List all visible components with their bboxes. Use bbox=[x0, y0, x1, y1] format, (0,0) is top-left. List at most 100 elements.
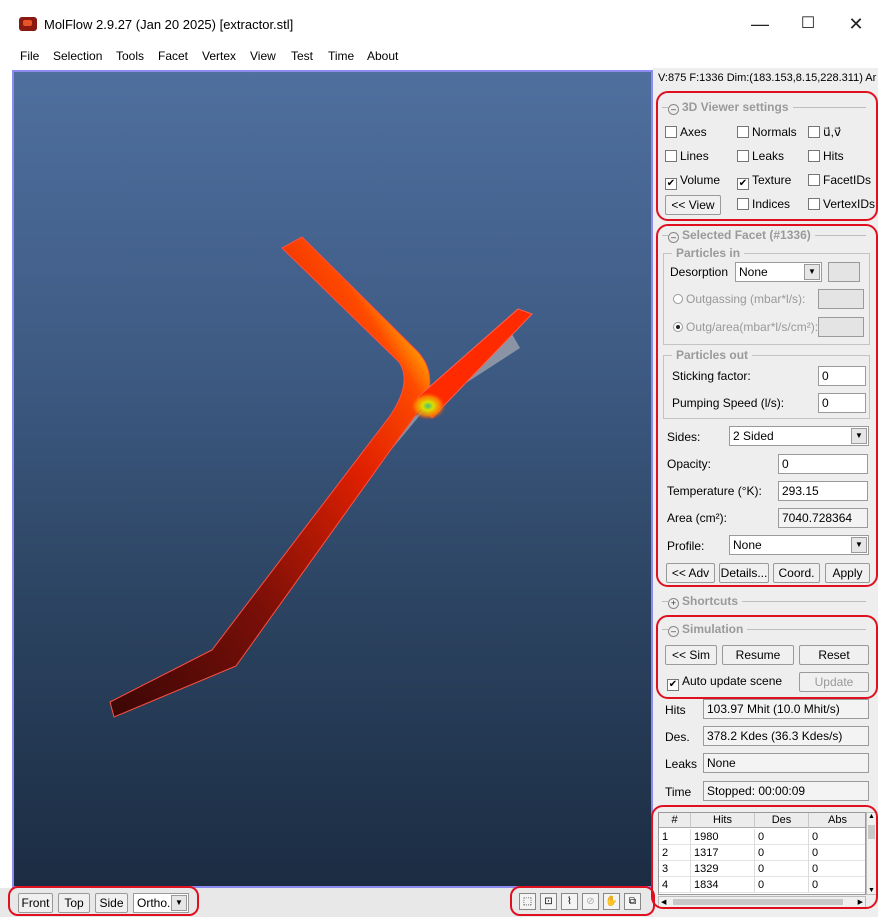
zoom-region-icon[interactable]: ⊘ bbox=[582, 893, 599, 910]
coord-button[interactable]: Coord. bbox=[773, 563, 820, 583]
table-cell[interactable]: 0 bbox=[755, 845, 809, 861]
chevron-down-icon: ▼ bbox=[851, 537, 867, 553]
side-view-button[interactable]: Side bbox=[95, 893, 128, 913]
menu-time[interactable]: Time bbox=[328, 49, 354, 63]
scroll-up-icon[interactable]: ▲ bbox=[867, 813, 876, 820]
table-cell[interactable]: 0 bbox=[755, 861, 809, 877]
axes-checkbox[interactable]: Axes bbox=[665, 125, 707, 139]
close-button[interactable]: ✕ bbox=[836, 10, 876, 38]
select-vertex-icon[interactable]: ⊡ bbox=[540, 893, 557, 910]
hits-value: 103.97 Mhit (10.0 Mhit/s) bbox=[703, 699, 869, 719]
viewer-settings-title[interactable]: –3D Viewer settings bbox=[668, 100, 793, 115]
maximize-button[interactable]: ☐ bbox=[788, 10, 828, 38]
uv-checkbox[interactable]: u⃗,v⃗ bbox=[808, 125, 841, 139]
select-path-icon[interactable]: ⌇ bbox=[561, 893, 578, 910]
leaks-checkbox[interactable]: Leaks bbox=[737, 149, 784, 163]
hits-checkbox[interactable]: Hits bbox=[808, 149, 844, 163]
table-cell[interactable]: 0 bbox=[755, 877, 809, 893]
view-toggle-button[interactable]: << View bbox=[665, 195, 721, 215]
outgassing-radio[interactable]: Outgassing (mbar*l/s): bbox=[673, 292, 805, 306]
menu-selection[interactable]: Selection bbox=[53, 49, 102, 63]
table-cell[interactable]: 1980 bbox=[691, 829, 755, 845]
table-cell[interactable]: 4 bbox=[659, 877, 691, 893]
outg-area-radio[interactable]: Outg/area(mbar*l/s/cm²): bbox=[673, 320, 818, 334]
apply-button[interactable]: Apply bbox=[825, 563, 870, 583]
vertexids-checkbox[interactable]: VertexIDs bbox=[808, 197, 875, 211]
details-button[interactable]: Details... bbox=[719, 563, 769, 583]
projection-select[interactable]: Ortho. ▼ bbox=[133, 893, 189, 913]
sides-select[interactable]: 2 Sided ▼ bbox=[729, 426, 869, 446]
table-cell[interactable]: 0 bbox=[755, 829, 809, 845]
shortcuts-title[interactable]: + Shortcuts bbox=[668, 594, 743, 609]
menu-vertex[interactable]: Vertex bbox=[202, 49, 236, 63]
3d-viewport[interactable] bbox=[12, 70, 653, 888]
simulation-title[interactable]: – Simulation bbox=[668, 622, 748, 637]
scroll-left-icon[interactable]: ◀ bbox=[661, 898, 666, 906]
menu-about[interactable]: About bbox=[367, 49, 398, 63]
auto-update-checkbox[interactable]: ✔ Auto update scene bbox=[667, 674, 782, 691]
front-view-button[interactable]: Front bbox=[18, 893, 53, 913]
volume-checkbox[interactable]: ✔ Volume bbox=[665, 173, 720, 190]
table-cell[interactable]: 1317 bbox=[691, 845, 755, 861]
menu-tools[interactable]: Tools bbox=[116, 49, 144, 63]
collapse-icon: – bbox=[668, 232, 679, 243]
profile-select[interactable]: None ▼ bbox=[729, 535, 869, 555]
pumping-speed-input[interactable]: 0 bbox=[818, 393, 866, 413]
advanced-toggle-button[interactable]: << Adv bbox=[666, 563, 715, 583]
menu-facet[interactable]: Facet bbox=[158, 49, 188, 63]
scroll-thumb[interactable] bbox=[868, 825, 875, 839]
table-vertical-scrollbar[interactable]: ▲ ▼ bbox=[866, 812, 877, 895]
indices-checkbox[interactable]: Indices bbox=[737, 197, 790, 211]
table-cell[interactable]: 0 bbox=[809, 845, 865, 861]
chevron-down-icon: ▼ bbox=[804, 264, 820, 280]
table-cell[interactable]: 2 bbox=[659, 845, 691, 861]
desorption-select[interactable]: None ▼ bbox=[735, 262, 822, 282]
scroll-right-icon[interactable]: ▶ bbox=[858, 898, 863, 906]
column-header[interactable]: # bbox=[659, 813, 691, 828]
sticking-factor-label: Sticking factor: bbox=[672, 369, 751, 383]
table-cell[interactable]: 0 bbox=[809, 829, 865, 845]
top-view-button[interactable]: Top bbox=[58, 893, 90, 913]
texture-checkbox[interactable]: ✔ Texture bbox=[737, 173, 791, 190]
leaks-value: None bbox=[703, 753, 869, 773]
scroll-thumb[interactable] bbox=[673, 899, 843, 905]
table-horizontal-scrollbar[interactable]: ◀ ▶ bbox=[658, 896, 866, 908]
table-cell[interactable]: 0 bbox=[809, 877, 865, 893]
lines-checkbox[interactable]: Lines bbox=[665, 149, 709, 163]
table-cell[interactable]: 1 bbox=[659, 829, 691, 845]
column-header[interactable]: Des bbox=[755, 813, 809, 828]
selected-facet-title[interactable]: – Selected Facet (#1336) bbox=[668, 228, 815, 243]
pan-hand-icon[interactable]: ✋ bbox=[603, 893, 620, 910]
column-header[interactable]: Hits bbox=[691, 813, 755, 828]
normals-checkbox[interactable]: Normals bbox=[737, 125, 797, 139]
update-button[interactable]: Update bbox=[799, 672, 869, 692]
select-facets-icon[interactable]: ⬚ bbox=[519, 893, 536, 910]
facet-hits-table[interactable]: # Hits Des Abs 1 1980 0 0 2 1317 0 0 3 1… bbox=[658, 812, 866, 895]
checkmark-icon: ✔ bbox=[737, 178, 749, 190]
table-cell[interactable]: 3 bbox=[659, 861, 691, 877]
column-header[interactable]: Abs bbox=[809, 813, 865, 828]
table-cell[interactable]: 1834 bbox=[691, 877, 755, 893]
outg-area-field[interactable] bbox=[818, 317, 864, 337]
resume-button[interactable]: Resume bbox=[722, 645, 794, 665]
menu-view[interactable]: View bbox=[250, 49, 276, 63]
opacity-input[interactable]: 0 bbox=[778, 454, 868, 474]
table-cell[interactable]: 1329 bbox=[691, 861, 755, 877]
desorption-exponent-field[interactable] bbox=[828, 262, 860, 282]
checkbox-box bbox=[737, 150, 749, 162]
menu-file[interactable]: File bbox=[20, 49, 39, 63]
simulation-toggle-button[interactable]: << Sim bbox=[665, 645, 717, 665]
temperature-input[interactable]: 293.15 bbox=[778, 481, 868, 501]
profile-label: Profile: bbox=[667, 539, 705, 553]
menu-test[interactable]: Test bbox=[291, 49, 313, 63]
facetids-checkbox[interactable]: FacetIDs bbox=[808, 173, 871, 187]
sticking-factor-input[interactable]: 0 bbox=[818, 366, 866, 386]
outgassing-field[interactable] bbox=[818, 289, 864, 309]
zoom-window-icon[interactable]: ⧉ bbox=[624, 893, 641, 910]
table-cell[interactable]: 0 bbox=[809, 861, 865, 877]
area-value: 7040.728364 bbox=[778, 508, 868, 528]
minimize-button[interactable]: — bbox=[740, 10, 780, 38]
extractor-main-arm[interactable] bbox=[109, 236, 431, 718]
reset-button[interactable]: Reset bbox=[799, 645, 869, 665]
scroll-down-icon[interactable]: ▼ bbox=[867, 887, 876, 894]
